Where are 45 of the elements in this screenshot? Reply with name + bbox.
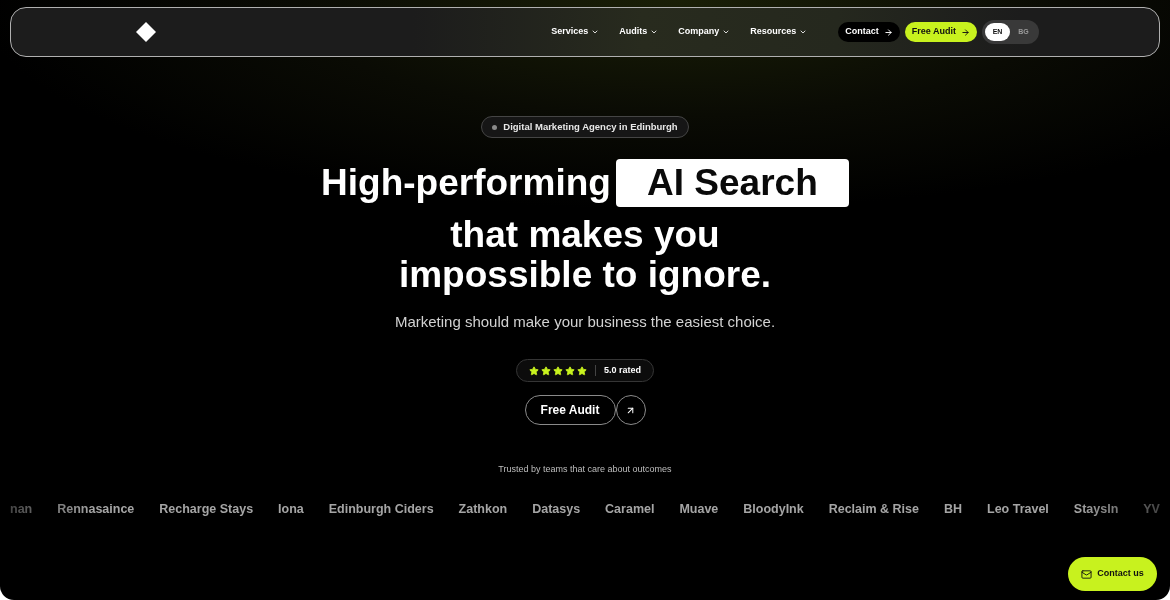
contact-button[interactable]: Contact	[838, 22, 900, 42]
headline-text: that makes you	[450, 215, 720, 255]
star-icon	[553, 365, 563, 376]
headline-text: High-performing	[321, 161, 611, 205]
client-logo-text: Iona	[278, 501, 304, 517]
free-audit-button[interactable]: Free Audit	[904, 22, 977, 42]
nav-menu-item[interactable]: Company	[678, 25, 731, 39]
client-logo-text: BH	[943, 501, 963, 517]
rating-text: 5.0 rated	[604, 363, 641, 377]
client-logo-text: YV	[1143, 501, 1160, 517]
chevron-down-icon	[650, 28, 659, 36]
diamond-logo-icon[interactable]	[136, 22, 156, 42]
nav-menu-item[interactable]: Audits	[619, 25, 659, 39]
arrow-right-icon	[961, 27, 970, 37]
client-logo-text: Reclaim & Rise	[828, 501, 919, 517]
star-icon	[529, 365, 539, 376]
client-logo-text: Edinburgh Ciders	[328, 501, 434, 517]
client-logo-text: Muave	[679, 501, 719, 517]
free-audit-cta-button[interactable]: Free Audit	[524, 395, 616, 425]
client-logo-text: Datasys	[532, 501, 581, 517]
arrow-right-icon	[883, 27, 893, 37]
star-icon	[565, 365, 575, 376]
mail-icon	[1081, 568, 1093, 580]
client-logo-text: Recharge Stays	[159, 501, 254, 517]
hero-subtitle: Marketing should make your business the easiest choice.	[394, 312, 776, 332]
nav-menu-item[interactable]: Resources	[750, 25, 808, 39]
star-icon	[577, 365, 587, 376]
headline-highlight: AI Search	[615, 159, 849, 207]
chevron-down-icon	[591, 28, 600, 36]
client-logo-text: Leo Travel	[987, 501, 1049, 517]
badge-text: Digital Marketing Agency in Edinburgh	[503, 119, 678, 134]
arrow-up-right-button[interactable]	[615, 395, 646, 425]
chevron-down-icon	[799, 28, 808, 36]
client-logo-text: BloodyInk	[743, 501, 804, 517]
client-logo-text: Rennasaince	[57, 501, 135, 517]
client-logo-text: Caramel	[605, 501, 655, 517]
client-logo-text: Zathkon	[458, 501, 508, 517]
star-icon	[541, 365, 551, 376]
nav-menu-item[interactable]: Services	[551, 25, 600, 39]
client-logo-text: nan	[10, 501, 33, 517]
client-logo-text: StaysIn	[1073, 501, 1119, 517]
headline-text: impossible to ignore.	[398, 255, 772, 295]
chevron-down-icon	[722, 28, 731, 36]
contact-us-button[interactable]: Contact us	[1068, 557, 1157, 591]
trusted-caption: Trusted by teams that care about outcomes	[498, 463, 672, 475]
